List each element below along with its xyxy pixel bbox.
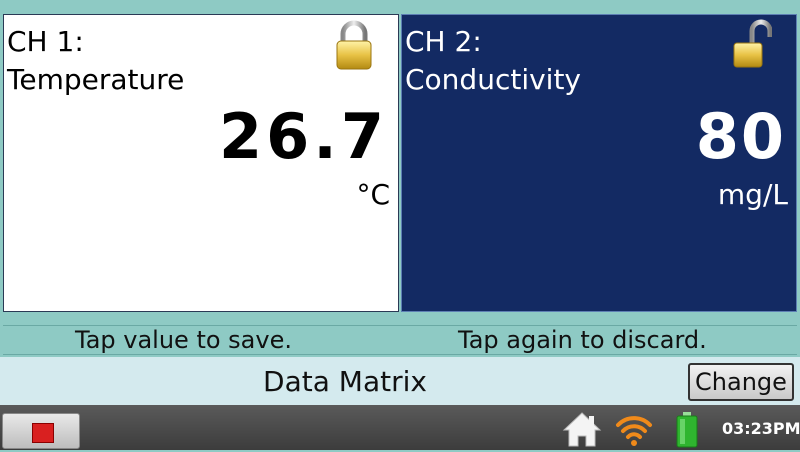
mode-bar: Data Matrix Change — [0, 357, 800, 405]
change-button[interactable]: Change — [688, 363, 794, 401]
channel-panels: CH 1: Temperature 26.7 °C CH 2: Conducti… — [0, 14, 800, 314]
channel-1-unit: °C — [356, 178, 390, 211]
stop-button[interactable] — [2, 413, 80, 449]
channel-2-value[interactable]: 80 — [696, 103, 786, 171]
channel-2-unit: mg/L — [717, 178, 788, 211]
padlock-unlocked-icon[interactable] — [732, 19, 772, 73]
channel-1-value[interactable]: 26.7 — [219, 103, 388, 171]
channel-2-panel[interactable]: CH 2: Conductivity 80 mg/L — [401, 14, 797, 312]
channel-2-sensor: Conductivity — [405, 63, 581, 96]
taskbar: 03:23PM — [0, 405, 800, 450]
hint-bar: Tap value to save. Tap again to discard. — [3, 325, 797, 355]
channel-1-sensor: Temperature — [7, 63, 185, 96]
hint-discard: Tap again to discard. — [458, 326, 707, 354]
mode-title: Data Matrix — [263, 365, 427, 398]
clock: 03:23PM — [722, 419, 800, 438]
channel-1-label: CH 1: Temperature — [7, 23, 184, 99]
hint-save: Tap value to save. — [75, 326, 292, 354]
battery-icon[interactable] — [676, 412, 698, 448]
stop-icon — [32, 423, 54, 443]
channel-1-panel[interactable]: CH 1: Temperature 26.7 °C — [3, 14, 399, 312]
padlock-locked-icon[interactable] — [334, 19, 374, 73]
channel-2-number: CH 2: — [405, 25, 482, 58]
channel-1-number: CH 1: — [7, 25, 84, 58]
home-icon[interactable] — [562, 409, 602, 449]
top-status-strip — [0, 0, 800, 14]
channel-2-label: CH 2: Conductivity — [405, 23, 581, 99]
wifi-icon[interactable] — [614, 409, 654, 449]
